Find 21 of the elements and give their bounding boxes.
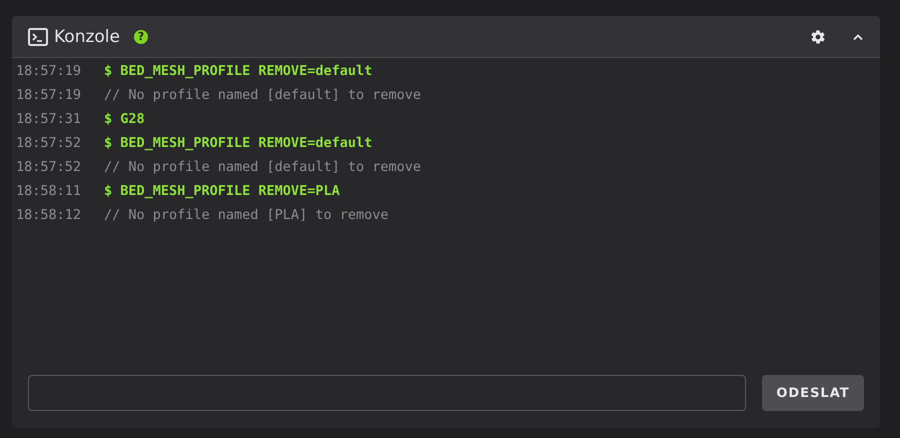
send-button[interactable]: ODESLAT bbox=[762, 375, 864, 411]
timestamp: 18:57:19 bbox=[15, 87, 82, 103]
timestamp: 18:57:52 bbox=[15, 135, 82, 151]
timestamp: 18:58:12 bbox=[15, 207, 82, 223]
panel-title: Konzole bbox=[54, 26, 120, 46]
command-text: $ BED_MESH_PROFILE REMOVE=PLA bbox=[104, 183, 340, 199]
timestamp: 18:57:52 bbox=[15, 159, 82, 175]
command-input[interactable] bbox=[28, 375, 746, 411]
command-text: $ G28 bbox=[104, 111, 145, 127]
help-icon[interactable]: ? bbox=[134, 30, 148, 44]
response-text: // No profile named [default] to remove bbox=[104, 159, 421, 175]
response-text: // No profile named [PLA] to remove bbox=[104, 207, 388, 223]
terminal-icon bbox=[28, 28, 48, 46]
command-text: $ BED_MESH_PROFILE REMOVE=default bbox=[104, 135, 372, 151]
command-text: $ BED_MESH_PROFILE REMOVE=default bbox=[104, 63, 372, 79]
collapse-icon[interactable] bbox=[852, 32, 864, 40]
settings-icon[interactable] bbox=[810, 28, 826, 44]
timestamp: 18:57:31 bbox=[15, 111, 82, 127]
response-text: // No profile named [default] to remove bbox=[104, 87, 421, 103]
timestamp: 18:58:11 bbox=[15, 183, 82, 199]
timestamp: 18:57:19 bbox=[15, 63, 82, 79]
